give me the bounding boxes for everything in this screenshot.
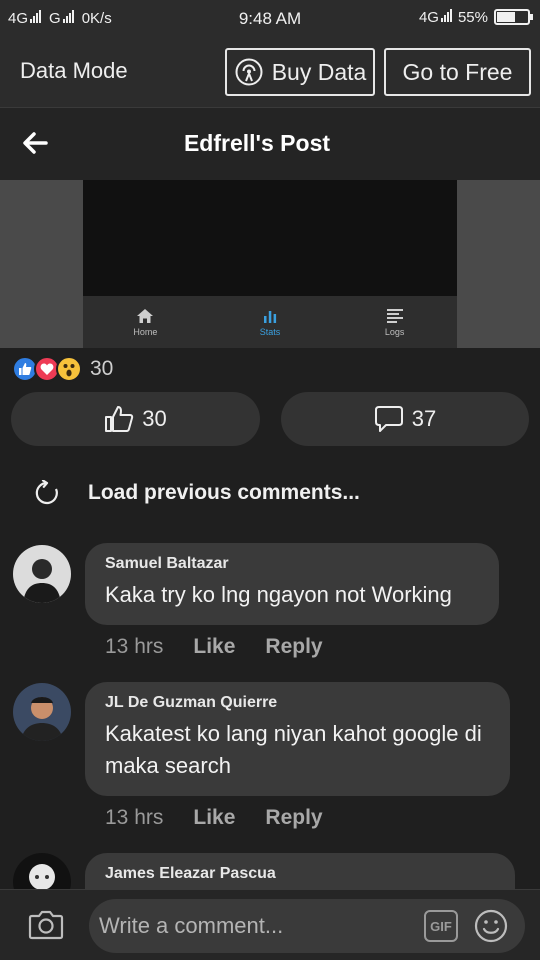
network-indicator-right: 4G bbox=[419, 8, 452, 26]
go-to-free-button[interactable]: Go to Free bbox=[384, 48, 531, 96]
data-mode-title: Data Mode bbox=[20, 58, 128, 83]
battery-level bbox=[497, 12, 515, 22]
list-icon bbox=[386, 308, 403, 323]
buy-data-button[interactable]: Buy Data bbox=[225, 48, 375, 96]
data-mode-bar: Data Mode Buy Data Go to Free bbox=[0, 36, 540, 108]
image-nav-home-label: Home bbox=[133, 326, 158, 337]
home-icon bbox=[137, 308, 154, 323]
reaction-count: 30 bbox=[90, 357, 114, 380]
like-count: 30 bbox=[142, 406, 167, 431]
image-nav-home: Home bbox=[83, 296, 208, 348]
reactions-summary[interactable]: 30 bbox=[12, 356, 113, 382]
battery-icon bbox=[494, 9, 533, 25]
load-previous-label: Load previous comments... bbox=[88, 481, 360, 504]
post-image-screenshot: Home Stats Logs bbox=[83, 180, 457, 348]
comment-bubble[interactable]: JL De Guzman Quierre Kakatest ko lang ni… bbox=[85, 682, 510, 796]
thumbs-up-icon bbox=[105, 406, 134, 432]
status-right: 4G 55% bbox=[419, 8, 533, 26]
gif-icon[interactable]: GIF bbox=[424, 910, 458, 942]
battery-percent: 55% bbox=[457, 8, 488, 26]
camera-icon[interactable] bbox=[28, 908, 64, 940]
gif-label: GIF bbox=[430, 918, 452, 934]
image-app-nav: Home Stats Logs bbox=[83, 296, 457, 348]
network-type-label-right: 4G bbox=[418, 9, 439, 26]
go-to-free-label: Go to Free bbox=[402, 58, 513, 85]
load-previous-comments[interactable]: Load previous comments... bbox=[34, 480, 360, 506]
comment-like-link[interactable]: Like bbox=[193, 635, 235, 659]
comment-text: Kakatest ko lang niyan kahot google di m… bbox=[105, 721, 482, 778]
bar-chart-icon bbox=[264, 310, 277, 323]
image-nav-logs: Logs bbox=[332, 296, 457, 348]
comment-timestamp[interactable]: 13 hrs bbox=[105, 806, 163, 830]
post-header: Edfrell's Post bbox=[0, 108, 540, 180]
comment-text: Kaka try ko lng ngayon not Working bbox=[105, 582, 452, 607]
image-nav-stats-label: Stats bbox=[259, 326, 281, 337]
image-nav-stats: Stats bbox=[208, 296, 333, 348]
avatar[interactable] bbox=[13, 545, 71, 603]
comment-timestamp[interactable]: 13 hrs bbox=[105, 635, 163, 659]
comment-count: 37 bbox=[411, 406, 437, 431]
comment-author[interactable]: JL De Guzman Quierre bbox=[105, 694, 490, 712]
comment-button[interactable]: 37 bbox=[281, 392, 529, 446]
buy-data-label: Buy Data bbox=[271, 58, 367, 85]
comment-reply-link[interactable]: Reply bbox=[265, 635, 322, 659]
refresh-icon bbox=[35, 480, 58, 505]
comment-author[interactable]: James Eleazar Pascua bbox=[105, 865, 495, 883]
like-button[interactable]: 30 bbox=[11, 392, 260, 446]
comment-meta: 13 hrs Like Reply bbox=[105, 806, 323, 830]
comment-like-link[interactable]: Like bbox=[193, 806, 235, 830]
image-nav-logs-label: Logs bbox=[384, 326, 405, 337]
comment-composer: GIF bbox=[0, 889, 540, 960]
broadcast-icon bbox=[235, 58, 263, 86]
emoji-icon[interactable] bbox=[474, 909, 508, 943]
comment-input[interactable] bbox=[89, 899, 525, 953]
comment-bubble[interactable]: Samuel Baltazar Kaka try ko lng ngayon n… bbox=[85, 543, 499, 625]
signal-icon-right bbox=[440, 8, 452, 22]
status-bar: 4G G 0K/s 9:48 AM 4G 55% bbox=[0, 0, 540, 36]
comment-author[interactable]: Samuel Baltazar bbox=[105, 555, 479, 573]
page-title: Edfrell's Post bbox=[183, 130, 331, 156]
wow-reaction-icon bbox=[56, 356, 82, 382]
comment-meta: 13 hrs Like Reply bbox=[105, 635, 323, 659]
post-image[interactable]: Home Stats Logs bbox=[0, 180, 540, 348]
comment-reply-link[interactable]: Reply bbox=[265, 806, 322, 830]
comment-bubble-icon bbox=[374, 406, 403, 432]
avatar[interactable] bbox=[13, 683, 71, 741]
